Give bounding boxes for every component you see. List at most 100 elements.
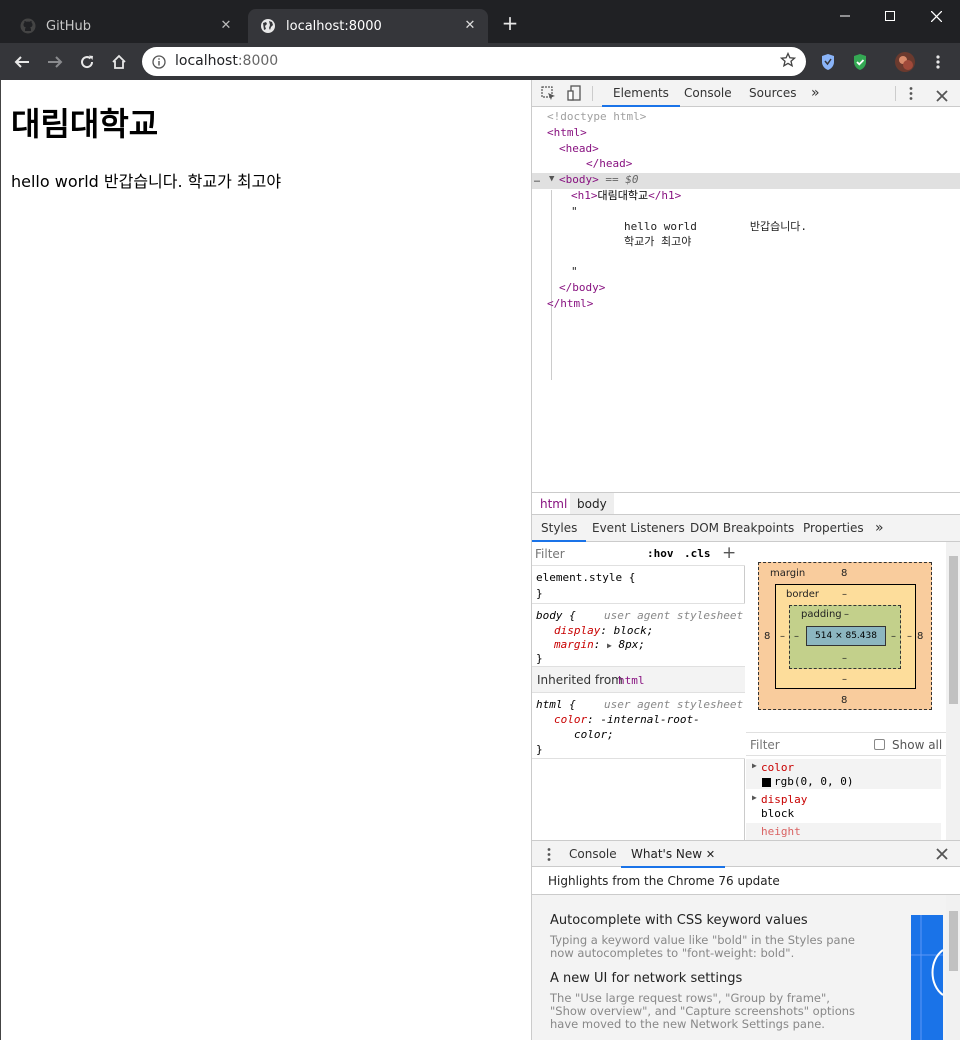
tab-styles[interactable]: Styles bbox=[532, 515, 587, 542]
collapse-triangle-icon[interactable]: ▼ bbox=[549, 172, 554, 187]
adblock-extension-icon[interactable] bbox=[850, 52, 870, 72]
whats-new-item-title[interactable]: Autocomplete with CSS keyword values bbox=[550, 913, 808, 928]
margin-left-value[interactable]: 8 bbox=[764, 631, 770, 642]
color-swatch[interactable] bbox=[762, 778, 771, 787]
inspect-element-icon[interactable] bbox=[541, 86, 556, 105]
shield-extension-icon[interactable] bbox=[818, 52, 838, 72]
border-left-value[interactable]: – bbox=[780, 631, 785, 642]
dom-head-close[interactable]: </head> bbox=[586, 156, 632, 171]
box-model-content[interactable]: 514 × 85.438 bbox=[806, 626, 886, 646]
inherited-from-html[interactable]: html bbox=[618, 674, 645, 687]
address-bar[interactable]: localhost:8000 bbox=[142, 47, 806, 76]
computed-filter-input[interactable] bbox=[750, 737, 850, 753]
bookmark-star-icon[interactable] bbox=[779, 51, 797, 72]
border-bottom-value[interactable]: – bbox=[842, 674, 847, 685]
computed-row-color[interactable]: ▶ color rgb(0, 0, 0) bbox=[746, 759, 941, 789]
padding-left-value[interactable]: – bbox=[794, 631, 799, 642]
close-tab-icon[interactable]: ✕ bbox=[462, 18, 478, 34]
styles-filter-input[interactable] bbox=[535, 545, 635, 563]
box-model-margin[interactable]: margin 8 8 8 8 border – – – – padding – … bbox=[758, 562, 932, 710]
ua-stylesheet-label[interactable]: user agent stylesheet bbox=[604, 609, 743, 622]
dom-head-open[interactable]: <head> bbox=[559, 141, 599, 156]
margin-bottom-value[interactable]: 8 bbox=[841, 695, 847, 706]
back-button[interactable] bbox=[10, 50, 34, 74]
new-tab-button[interactable]: + bbox=[498, 13, 522, 33]
whats-new-item-title[interactable]: A new UI for network settings bbox=[550, 971, 742, 986]
tab-properties[interactable]: Properties bbox=[803, 515, 864, 542]
margin-top-value[interactable]: 8 bbox=[841, 568, 847, 579]
ua-stylesheet-label[interactable]: user agent stylesheet bbox=[604, 698, 743, 711]
h1-text: 대림대학교 bbox=[597, 189, 649, 202]
cls-toggle[interactable]: .cls bbox=[684, 547, 711, 560]
info-icon[interactable] bbox=[152, 54, 166, 73]
maximize-button[interactable] bbox=[867, 6, 913, 26]
tab-dom-breakpoints[interactable]: DOM Breakpoints bbox=[690, 515, 794, 542]
drawer-menu-icon[interactable] bbox=[546, 847, 552, 865]
margin-declaration[interactable]: margin: ▶ 8px; bbox=[554, 638, 645, 651]
dom-body-open[interactable]: <body> == $0 bbox=[559, 172, 639, 187]
reload-button[interactable] bbox=[75, 50, 99, 74]
styles-scrollbar[interactable] bbox=[946, 542, 960, 840]
expand-triangle-icon[interactable]: ▶ bbox=[752, 793, 757, 802]
breadcrumb-body[interactable]: body bbox=[570, 493, 614, 514]
margin-right-value[interactable]: 8 bbox=[917, 631, 923, 642]
hov-toggle[interactable]: :hov bbox=[647, 547, 674, 560]
expand-triangle-icon[interactable]: ▶ bbox=[607, 641, 612, 650]
body-rule[interactable]: body { user agent stylesheet display: bl… bbox=[532, 604, 745, 667]
scrollbar-thumb[interactable] bbox=[949, 556, 958, 704]
close-window-button[interactable] bbox=[913, 6, 959, 26]
home-button[interactable] bbox=[107, 50, 131, 74]
tab-localhost[interactable]: localhost:8000 ✕ bbox=[248, 9, 488, 43]
close-tab-icon[interactable]: ✕ bbox=[218, 18, 234, 34]
tab-console[interactable]: Console bbox=[684, 80, 732, 107]
tab-sources[interactable]: Sources bbox=[749, 80, 796, 107]
dom-text-quote-open[interactable]: " bbox=[571, 204, 578, 219]
computed-row-height[interactable]: height bbox=[746, 823, 941, 840]
dom-row-ellipsis[interactable]: … bbox=[534, 172, 540, 187]
url-text[interactable]: localhost:8000 bbox=[175, 53, 278, 69]
close-tab-icon[interactable]: ✕ bbox=[706, 848, 715, 861]
box-model-padding[interactable]: padding – – – – 514 × 85.438 bbox=[789, 605, 901, 669]
border-top-value[interactable]: – bbox=[842, 589, 847, 600]
dom-doctype[interactable]: <!doctype html> bbox=[547, 109, 646, 124]
border-right-value[interactable]: – bbox=[907, 631, 912, 642]
breadcrumb-html[interactable]: html bbox=[540, 497, 567, 511]
scrollbar-thumb[interactable] bbox=[949, 911, 958, 971]
tab-event-listeners[interactable]: Event Listeners bbox=[592, 515, 685, 542]
minimize-button[interactable] bbox=[822, 6, 868, 26]
element-style-rule[interactable]: element.style { } bbox=[532, 566, 745, 604]
dom-h1[interactable]: <h1>대림대학교</h1> bbox=[571, 188, 681, 203]
color-declaration[interactable]: color: -internal-root- bbox=[554, 713, 700, 726]
device-toolbar-icon[interactable] bbox=[567, 85, 582, 105]
dom-text-quote-close[interactable]: " bbox=[571, 264, 578, 279]
expand-triangle-icon[interactable]: ▶ bbox=[752, 761, 757, 770]
tab-elements[interactable]: Elements bbox=[602, 80, 680, 107]
html-rule[interactable]: html { user agent stylesheet color: -int… bbox=[532, 693, 745, 759]
dom-body-close[interactable]: </body> bbox=[559, 280, 605, 295]
more-tabs-icon[interactable]: » bbox=[811, 80, 820, 107]
dom-text-line-2[interactable]: 학교가 최고야 bbox=[624, 234, 691, 249]
close-devtools-icon[interactable] bbox=[936, 87, 948, 106]
box-model-border[interactable]: border – – – – padding – – – – 514 × 85.… bbox=[775, 584, 916, 689]
padding-bottom-value[interactable]: – bbox=[842, 653, 847, 664]
tab-github[interactable]: GitHub ✕ bbox=[8, 9, 244, 43]
devtools-menu-icon[interactable] bbox=[908, 86, 914, 105]
dom-html-close[interactable]: </html> bbox=[547, 296, 593, 311]
devtools-tabbar: Elements Console Sources » bbox=[532, 80, 960, 107]
menu-kebab-icon[interactable] bbox=[928, 52, 948, 72]
close-drawer-icon[interactable] bbox=[936, 848, 948, 863]
avatar[interactable] bbox=[895, 52, 915, 72]
drawer-tab-whats-new[interactable]: What's New ✕ bbox=[621, 841, 726, 868]
display-declaration[interactable]: display: block; bbox=[554, 624, 653, 637]
forward-button[interactable] bbox=[43, 50, 67, 74]
show-all-checkbox[interactable] bbox=[874, 739, 885, 750]
dom-text-line-1[interactable]: hello world 반갑습니다. bbox=[624, 219, 807, 234]
more-subtabs-icon[interactable]: » bbox=[875, 515, 884, 542]
padding-top-value[interactable]: – bbox=[844, 609, 849, 620]
drawer-tab-console[interactable]: Console bbox=[569, 841, 617, 868]
whats-new-scrollbar[interactable] bbox=[946, 895, 960, 1040]
padding-right-value[interactable]: – bbox=[891, 631, 896, 642]
add-rule-button[interactable]: + bbox=[722, 543, 736, 563]
computed-row-display[interactable]: ▶ display block bbox=[746, 791, 941, 821]
dom-html-open[interactable]: <html> bbox=[547, 125, 587, 140]
